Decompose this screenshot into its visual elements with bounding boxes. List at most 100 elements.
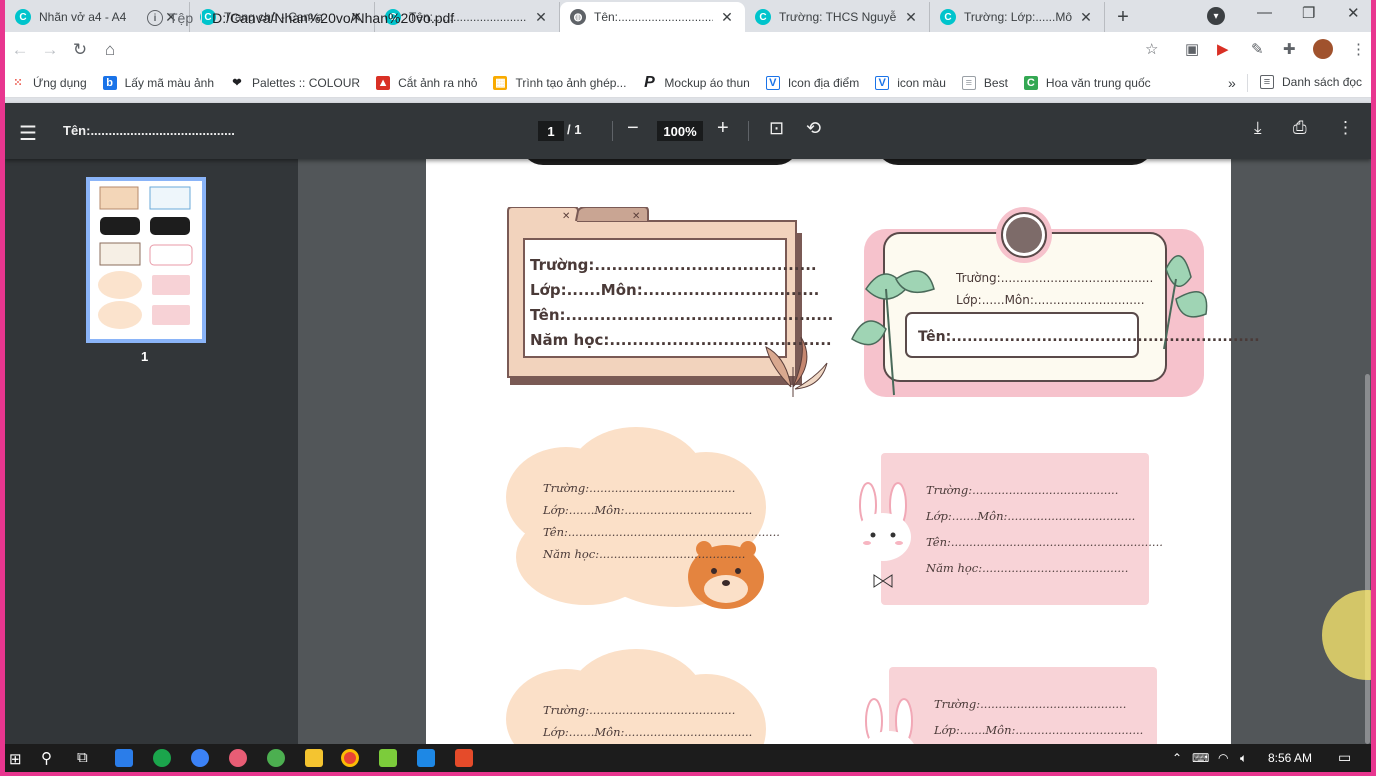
bunny-icon <box>864 698 914 744</box>
divider <box>201 10 203 26</box>
app-icon[interactable] <box>267 749 285 767</box>
leaf-decoration-icon <box>765 336 828 397</box>
url-text[interactable]: D:/Canva/Nhan%20vo/Nhan%20vo.pdf <box>212 10 454 26</box>
bookmark-collage[interactable]: ▦ Trình tạo ảnh ghép... <box>493 75 626 90</box>
bookmark-cut[interactable]: ▲ Cắt ảnh ra nhỏ <box>376 75 477 90</box>
wifi-icon[interactable]: ◠ <box>1218 751 1228 765</box>
bookmark-color-picker[interactable]: b Lấy mã màu ảnh <box>102 75 214 90</box>
windows-start-icon[interactable]: ⊞ <box>9 750 22 768</box>
thumbnail-sidebar: 1 <box>5 159 298 744</box>
task-view-icon[interactable]: ⧉ <box>77 749 88 766</box>
more-options-icon[interactable]: ⋮ <box>1337 118 1354 138</box>
zoom-in-icon[interactable]: + <box>717 117 729 140</box>
heart-icon: ❤ <box>232 77 242 89</box>
app-icon[interactable] <box>229 749 247 767</box>
print-icon[interactable]: ⎙ <box>1293 118 1307 138</box>
page-total: / 1 <box>567 122 582 137</box>
search-icon[interactable]: ⚲ <box>41 749 52 767</box>
divider <box>612 121 613 141</box>
page-number-input[interactable]: 1 <box>538 121 564 141</box>
page-thumbnail[interactable] <box>86 177 206 343</box>
puzzle-icon[interactable]: ✚ <box>1283 40 1296 58</box>
bookmark-hoa-van[interactable]: C Hoa văn trung quốc <box>1023 75 1151 90</box>
file-explorer-icon[interactable] <box>305 749 323 767</box>
app-icon[interactable] <box>417 749 435 767</box>
school-line: Trường:.................................… <box>543 481 736 495</box>
reading-list-label: Danh sách đọc <box>1282 75 1363 89</box>
clock[interactable]: 8:56 AM <box>1268 751 1312 765</box>
bookmark-label: Mockup áo thun <box>664 75 750 90</box>
school-line: Trường:.................................… <box>926 483 1119 497</box>
kebab-menu-icon[interactable]: ⋮ <box>1351 40 1366 58</box>
fit-page-icon[interactable]: ⊡ <box>769 118 784 139</box>
label-pink-bunny: Trường:.................................… <box>844 453 1163 613</box>
close-window-icon[interactable]: ✕ <box>1347 4 1360 22</box>
thumbnail-page-number: 1 <box>141 349 149 364</box>
school-line: Trường:.................................… <box>956 271 1154 285</box>
label-pink-bunny-2: Trường:.................................… <box>844 667 1164 744</box>
download-icon[interactable]: ⤓ <box>1254 118 1262 138</box>
bookmark-mockup[interactable]: P Mockup áo thun <box>642 73 750 91</box>
reload-icon[interactable]: ↻ <box>65 35 95 65</box>
class-subject-line: Lớp:......Môn:..........................… <box>956 293 1145 307</box>
bookmarks-bar: ⁙ Ứng dụng b Lấy mã màu ảnh ❤ Palettes :: C… <box>5 68 1371 98</box>
tab-search-icon[interactable]: ▾ <box>1207 7 1225 25</box>
tray-arrow-icon[interactable]: ⌃ <box>1172 751 1182 765</box>
video-extension-icon[interactable]: ▶ <box>1217 40 1229 58</box>
bookmark-icon-color[interactable]: Vicon màu <box>875 75 946 90</box>
chrome-icon[interactable] <box>341 749 359 767</box>
label-cloud-text: Trường:.................................… <box>543 477 780 565</box>
collage-icon: ▦ <box>493 75 508 90</box>
bookmark-label: Icon địa điểm <box>787 75 860 90</box>
bookmark-palettes[interactable]: ❤ Palettes :: COLOUR <box>230 76 360 90</box>
rotate-icon[interactable]: ⟲ <box>806 118 821 139</box>
school-year-line: Năm học:................................… <box>926 561 1129 575</box>
hamburger-menu-icon[interactable]: ☰ <box>19 121 37 146</box>
pdf-page: ✕ ✕ Trường:.............................… <box>426 159 1260 744</box>
camtasia-icon[interactable] <box>379 749 397 767</box>
black-label-top-left <box>521 159 799 165</box>
divider <box>748 121 749 141</box>
name-line: Tên:....................................… <box>543 525 780 539</box>
app-icon[interactable] <box>115 749 133 767</box>
minimize-icon[interactable]: — <box>1257 4 1272 21</box>
info-icon[interactable]: i <box>147 10 163 26</box>
label-cloud-hamster: Trường:.................................… <box>506 427 780 617</box>
protocol-label: Tệp <box>169 10 194 26</box>
avatar[interactable] <box>1313 39 1333 59</box>
scrollbar-thumb[interactable] <box>1365 374 1370 744</box>
restore-icon[interactable]: ❐ <box>1302 4 1315 22</box>
zalo-icon[interactable] <box>191 749 209 767</box>
class-subject-line: Lớp:.......Môn:.........................… <box>926 509 1136 523</box>
volume-icon[interactable]: 🔈︎ <box>1240 751 1247 766</box>
app-icon[interactable] <box>455 749 473 767</box>
p-icon: P <box>644 73 655 91</box>
edge-icon[interactable] <box>153 749 171 767</box>
school-line: Trường:.................................… <box>543 703 736 717</box>
thumbnail-preview <box>98 186 193 329</box>
label-cloud-2: Trường:.................................… <box>506 649 776 744</box>
more-bookmarks-icon[interactable]: » <box>1228 75 1236 91</box>
label-pink-text: Trường:.................................… <box>926 477 1163 581</box>
c-icon: C <box>1023 75 1038 90</box>
bookmark-apps[interactable]: ⁙ Ứng dụng <box>11 76 86 90</box>
address-bar[interactable]: i Tệp D:/Canva/Nhan%20vo/Nhan%20vo.pdf <box>135 4 1185 32</box>
image-extension-icon[interactable]: ▣ <box>1185 40 1199 58</box>
reading-list[interactable]: ≡ Danh sách đọc <box>1260 75 1362 89</box>
home-icon[interactable]: ⌂ <box>95 35 125 65</box>
back-icon[interactable]: ← <box>5 35 35 65</box>
forward-icon[interactable]: → <box>35 35 65 65</box>
label-floral-text: Trường:.................................… <box>956 267 1153 311</box>
eyedropper-icon[interactable]: ✎ <box>1251 40 1264 58</box>
notification-icon[interactable]: ▭ <box>1338 749 1351 766</box>
bookmark-best[interactable]: ≡ Best <box>961 75 1008 90</box>
language-icon[interactable]: ⌨ <box>1192 751 1209 765</box>
v-icon: V <box>875 75 890 90</box>
zoom-level[interactable]: 100% <box>657 121 703 141</box>
doc-icon: ≡ <box>961 75 976 90</box>
zoom-out-icon[interactable]: − <box>627 117 639 140</box>
star-icon[interactable]: ☆ <box>1145 40 1158 58</box>
bookmark-icon-location[interactable]: V Icon địa điểm <box>765 75 860 90</box>
browser-toolbar: ← → ↻ ⌂ <box>5 32 1371 68</box>
school-line: Trường:.................................… <box>530 256 817 274</box>
